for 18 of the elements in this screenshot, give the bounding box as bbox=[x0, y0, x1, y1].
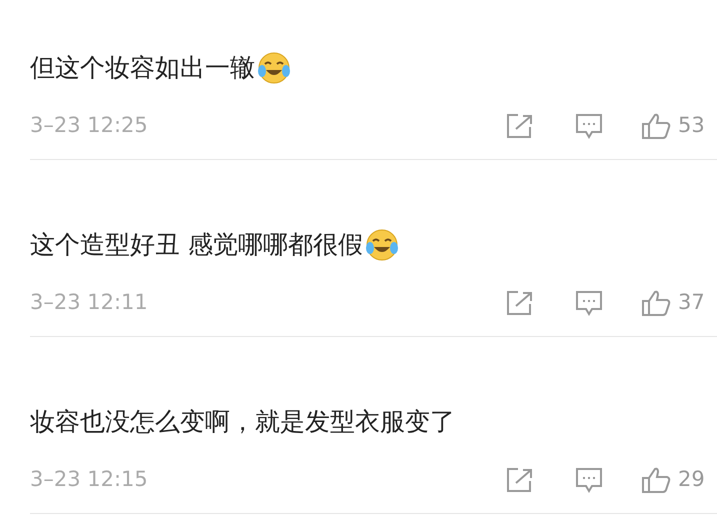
comment-text: 妆容也没怎么变啊，就是发型衣服变了 bbox=[30, 407, 455, 437]
comment-time: 3–23 12:15 bbox=[30, 466, 148, 494]
thumbs-up-icon[interactable] bbox=[641, 289, 671, 317]
share-icon[interactable] bbox=[506, 467, 534, 493]
like-count: 29 bbox=[678, 466, 706, 494]
like-count: 37 bbox=[678, 289, 706, 316]
comment-time: 3–23 12:25 bbox=[30, 112, 148, 140]
comment-icon[interactable] bbox=[575, 113, 603, 139]
share-icon[interactable] bbox=[506, 290, 534, 316]
comment-time: 3–23 12:11 bbox=[30, 289, 148, 316]
like-count: 53 bbox=[678, 112, 706, 140]
comment-icon[interactable] bbox=[575, 467, 603, 493]
thumbs-up-icon[interactable] bbox=[641, 112, 671, 140]
thumbs-up-icon[interactable] bbox=[641, 466, 671, 494]
comment-icon[interactable] bbox=[575, 290, 603, 316]
comment-text: 但这个妆容如出一辙 bbox=[30, 53, 255, 83]
comment-text: 这个造型好丑 感觉哪哪都很假 bbox=[30, 230, 363, 260]
share-icon[interactable] bbox=[506, 113, 534, 139]
